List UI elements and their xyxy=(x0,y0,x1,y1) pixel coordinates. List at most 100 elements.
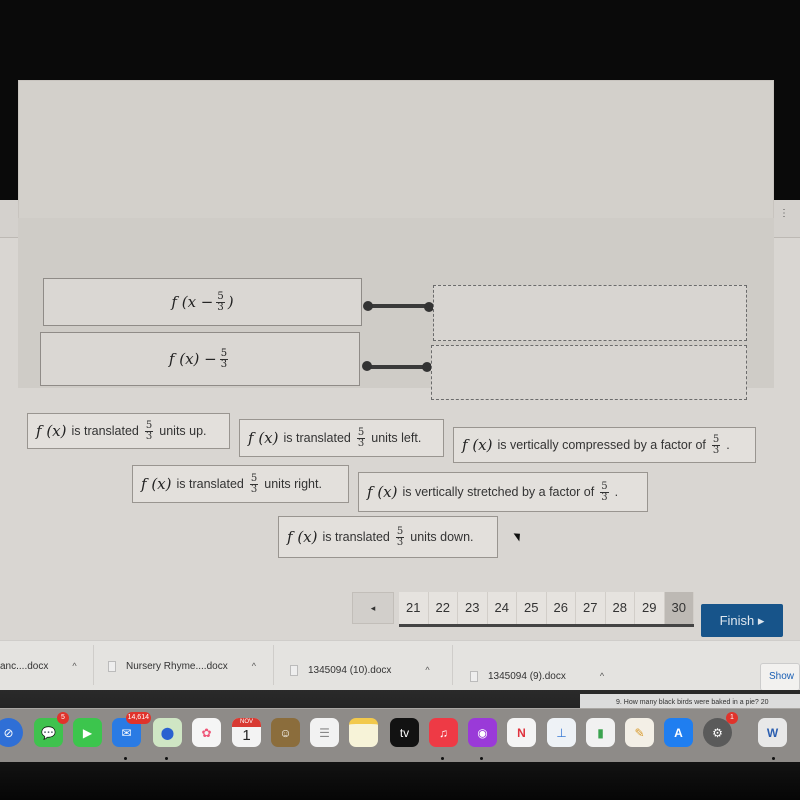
page-24-button[interactable]: 24 xyxy=(487,592,517,624)
download-item[interactable]: 1345094 (10).docx ^ xyxy=(290,655,430,685)
numbers-icon[interactable]: ▮ xyxy=(586,718,615,747)
download-item[interactable]: anc....docx ^ xyxy=(0,651,77,681)
drop-zone-1[interactable] xyxy=(433,285,747,341)
answer-tile-up[interactable]: f (x) is translated 53 units up. xyxy=(27,413,230,449)
page-25-button[interactable]: 25 xyxy=(517,592,547,624)
drop-zone-2[interactable] xyxy=(431,345,747,400)
word-icon[interactable]: W xyxy=(758,718,787,747)
download-item[interactable]: Nursery Rhyme....docx ^ xyxy=(108,651,256,681)
page-number-list: 21 22 23 24 25 26 27 28 29 30 xyxy=(399,592,694,627)
function-notation: f (x) xyxy=(462,436,493,454)
page-23-button[interactable]: 23 xyxy=(458,592,488,624)
tile-text: units right. xyxy=(264,477,322,491)
fraction: 53 xyxy=(216,290,225,313)
running-indicator xyxy=(124,757,127,760)
document-icon xyxy=(108,660,116,672)
numerator: 5 xyxy=(356,426,366,439)
tile-text: units down. xyxy=(410,530,474,544)
tile-text: is vertically stretched by a factor of xyxy=(402,485,595,499)
numerator: 5 xyxy=(144,419,154,432)
function-notation: f (x) xyxy=(248,429,279,447)
numerator: 5 xyxy=(711,433,721,446)
denominator: 3 xyxy=(396,536,404,548)
page-21-button[interactable]: 21 xyxy=(399,592,429,624)
numerator: 5 xyxy=(219,347,229,360)
calendar-icon[interactable]: NOV 1 xyxy=(232,718,261,747)
fraction: 53 xyxy=(219,347,229,370)
document-icon xyxy=(470,670,478,682)
keynote-icon[interactable]: ⊥ xyxy=(547,718,576,747)
tile-text: is translated xyxy=(322,530,390,544)
app-store-icon[interactable]: A xyxy=(664,718,693,747)
running-indicator xyxy=(772,757,775,760)
connector-line-1 xyxy=(367,304,429,308)
denominator: 3 xyxy=(220,358,228,370)
answer-tile-compressed[interactable]: f (x) is vertically compressed by a fact… xyxy=(453,427,756,463)
download-filename: 1345094 (10).docx xyxy=(308,664,392,676)
tile-text: is translated xyxy=(71,424,139,438)
denominator: 3 xyxy=(712,444,720,456)
chevron-up-icon[interactable]: ^ xyxy=(600,671,604,681)
page-29-button[interactable]: 29 xyxy=(635,592,665,624)
download-filename: 1345094 (9).docx xyxy=(488,670,566,682)
divider xyxy=(452,645,453,685)
page-27-button[interactable]: 27 xyxy=(576,592,606,624)
denominator: 3 xyxy=(250,483,258,495)
music-icon[interactable]: ♫ xyxy=(429,718,458,747)
match-prompt-1: f (x − 53 ) xyxy=(43,278,362,326)
notes-icon[interactable] xyxy=(349,718,378,747)
answer-tile-down[interactable]: f (x) is translated 53 units down. xyxy=(278,516,498,558)
maps-icon[interactable]: ⬤ xyxy=(153,718,182,747)
fraction: 53 xyxy=(144,419,154,442)
download-filename: anc....docx xyxy=(0,660,49,672)
denominator: 3 xyxy=(145,430,153,442)
system-preferences-gear-icon[interactable]: ⚙ 1 xyxy=(703,712,738,747)
news-icon[interactable]: N xyxy=(507,718,536,747)
podcasts-icon[interactable]: ◉ xyxy=(468,718,497,747)
dock: ⊘ 💬 5 ▶ ✉ 14,614 ⬤ ✿ NOV 1 ☺ ☰ tv ♫ ◉ N ⊥ … xyxy=(0,708,800,762)
denominator: 3 xyxy=(217,301,224,313)
tv-icon[interactable]: tv xyxy=(390,718,419,747)
numerator: 5 xyxy=(249,472,259,485)
page-22-button[interactable]: 22 xyxy=(428,592,458,624)
answer-tile-right[interactable]: f (x) is translated 53 units right. xyxy=(132,465,349,503)
reminders-icon[interactable]: ☰ xyxy=(310,718,339,747)
facetime-icon[interactable]: ▶ xyxy=(73,718,102,747)
fraction: 53 xyxy=(395,526,405,548)
page-30-button-current[interactable]: 30 xyxy=(664,592,694,624)
running-indicator xyxy=(441,757,444,760)
pages-icon[interactable]: ✎ xyxy=(625,718,654,747)
function-notation: f (x) xyxy=(287,528,318,546)
chevron-up-icon[interactable]: ^ xyxy=(425,665,429,675)
denominator: 3 xyxy=(357,437,365,449)
connector-handle[interactable] xyxy=(363,301,373,311)
connector-line-2 xyxy=(366,365,428,369)
photos-icon[interactable]: ✿ xyxy=(192,718,221,747)
tile-text: is translated xyxy=(176,477,244,491)
answer-tile-stretched[interactable]: f (x) is vertically stretched by a facto… xyxy=(358,472,648,512)
finish-button[interactable]: Finish ▸ xyxy=(701,604,783,637)
document-icon xyxy=(290,664,298,676)
chevron-up-icon[interactable]: ^ xyxy=(252,661,256,671)
safari-icon[interactable]: ⊘ xyxy=(0,718,23,747)
chevron-up-icon[interactable]: ^ xyxy=(72,661,76,671)
denominator: 3 xyxy=(601,491,608,503)
page-28-button[interactable]: 28 xyxy=(605,592,635,624)
messages-icon[interactable]: 💬 5 xyxy=(34,712,69,747)
connector-handle[interactable] xyxy=(362,361,372,371)
answer-tile-left[interactable]: f (x) is translated 53 units left. xyxy=(239,419,444,457)
tile-text: . xyxy=(726,438,730,452)
fraction: 53 xyxy=(249,472,259,495)
mail-icon[interactable]: ✉ 14,614 xyxy=(112,712,151,747)
downloads-bar: anc....docx ^ Nursery Rhyme....docx ^ 13… xyxy=(0,640,800,708)
fraction: 53 xyxy=(356,426,366,449)
previous-page-button[interactable]: ◂ xyxy=(352,592,394,624)
download-item[interactable]: 1345094 (9).docx ^ xyxy=(470,661,604,691)
show-all-button[interactable]: Show All xyxy=(760,663,800,708)
contacts-icon[interactable]: ☺ xyxy=(271,718,300,747)
calendar-month: NOV xyxy=(232,718,261,727)
notification-badge: 14,614 xyxy=(125,712,151,724)
numerator: 5 xyxy=(216,290,225,303)
menu-dots-icon[interactable]: ⋮ xyxy=(779,209,789,230)
page-26-button[interactable]: 26 xyxy=(546,592,576,624)
